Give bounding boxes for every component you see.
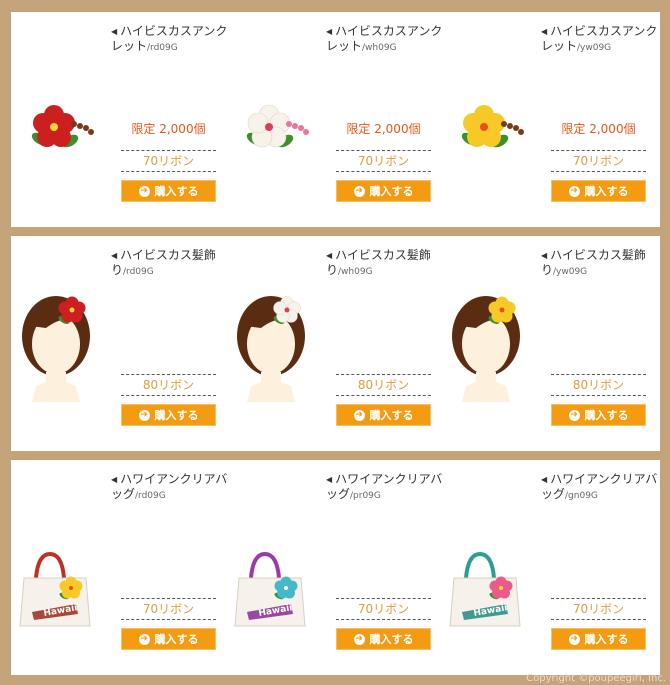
buy-button[interactable]: ➜ 購入する — [121, 404, 216, 426]
price: 70リボン — [336, 150, 431, 172]
limited-quantity: 限定 2,000個 — [561, 122, 636, 136]
price: 70リボン — [121, 150, 216, 172]
arrow-right-icon: ➜ — [138, 633, 150, 645]
product-name[interactable]: ◀ ハイビスカス髪飾り/wh09G — [326, 248, 446, 280]
hibiscus-hair-ornament-image[interactable] — [446, 276, 536, 416]
product-name[interactable]: ◀ ハイビスカスアンクレット/yw09G — [541, 24, 661, 56]
triangle-left-icon: ◀ — [541, 251, 548, 260]
product-name[interactable]: ◀ ハワイアンクリアバッグ/pr09G — [326, 472, 446, 504]
product-name[interactable]: ◀ ハワイアンクリアバッグ/rd09G — [111, 472, 231, 504]
arrow-right-icon: ➜ — [353, 409, 365, 421]
product-name[interactable]: ◀ ハイビスカス髪飾り/rd09G — [111, 248, 231, 280]
hibiscus-anklet-image[interactable] — [16, 52, 106, 192]
arrow-right-icon: ➜ — [568, 633, 580, 645]
price: 80リボン — [336, 374, 431, 396]
product-item: Hawaii ◀ ハワイアンクリアバッグ/rd09G 70リボン ➜ 購入する — [11, 460, 227, 675]
arrow-right-icon: ➜ — [138, 409, 150, 421]
product-panel-hair-ornaments: ◀ ハイビスカス髪飾り/rd09G 80リボン ➜ 購入する ◀ ハイビスカス髪… — [11, 236, 660, 451]
product-name[interactable]: ◀ ハイビスカスアンクレット/rd09G — [111, 24, 231, 56]
product-panel-clear-bags: Hawaii ◀ハワイアンクリアバッグ/rd09G 70リボン ➜購入する — [11, 460, 660, 675]
product-name[interactable]: ◀ ハイビスカス髪飾り/yw09G — [541, 248, 661, 280]
copyright: Copyright ©poupeegirl, Inc. — [526, 673, 666, 684]
triangle-left-icon: ◀ — [326, 251, 333, 260]
triangle-left-icon: ◀ — [111, 27, 118, 36]
product-item: ◀ ハイビスカスアンクレット/yw09G 限定 2,000個 70リボン ➜ 購入す… — [441, 12, 657, 227]
limited-quantity: 限定 2,000個 — [131, 122, 206, 136]
product-name[interactable]: ◀ ハイビスカスアンクレット/wh09G — [326, 24, 446, 56]
triangle-left-icon: ◀ — [326, 27, 333, 36]
product-item: ◀ ハイビスカスアンクレット/wh09G 限定 2,000個 70リボン ➜ 購入す… — [226, 12, 442, 227]
hibiscus-anklet-image[interactable] — [231, 52, 321, 192]
hawaiian-clear-bag-image[interactable]: Hawaii — [231, 500, 321, 640]
buy-button[interactable]: ➜ 購入する — [336, 180, 431, 202]
buy-button[interactable]: ➜ 購入する — [551, 628, 646, 650]
arrow-right-icon: ➜ — [568, 409, 580, 421]
product-item: ◀ ハイビスカス髪飾り/yw09G 80リボン ➜ 購入する — [441, 236, 656, 451]
product-item: ◀ ハイビスカス髪飾り/rd09G 80リボン ➜ 購入する — [11, 236, 226, 451]
buy-button[interactable]: ➜ 購入する — [336, 404, 431, 426]
hibiscus-hair-ornament-image[interactable] — [16, 276, 106, 416]
price: 70リボン — [336, 598, 431, 620]
triangle-left-icon: ◀ — [111, 475, 118, 484]
price: 70リボン — [551, 598, 646, 620]
arrow-right-icon: ➜ — [353, 185, 365, 197]
triangle-left-icon: ◀ — [326, 475, 333, 484]
buy-button[interactable]: ➜ 購入する — [336, 628, 431, 650]
hawaiian-clear-bag-image[interactable]: Hawaii — [16, 500, 106, 640]
product-name[interactable]: ◀ ハワイアンクリアバッグ/gn09G — [541, 472, 661, 504]
product-panel-anklets: ◀ ハイビスカスアンクレット/rd09G 限定 2,000個 70リボン ➜ 購入す… — [11, 12, 660, 227]
hibiscus-anklet-image[interactable] — [446, 52, 536, 192]
product-item: Hawaii ◀ ハワイアンクリアバッグ/pr09G 70リボン ➜ 購入する — [226, 460, 442, 675]
triangle-left-icon: ◀ — [541, 27, 548, 36]
price: 80リボン — [551, 374, 646, 396]
buy-button[interactable]: ➜ 購入する — [551, 180, 646, 202]
triangle-left-icon: ◀ — [111, 251, 118, 260]
buy-button[interactable]: ➜ 購入する — [551, 404, 646, 426]
arrow-right-icon: ➜ — [568, 185, 580, 197]
hibiscus-hair-ornament-image[interactable] — [231, 276, 321, 416]
product-item: ◀ ハイビスカスアンクレット/rd09G 限定 2,000個 70リボン ➜ 購入す… — [11, 12, 227, 227]
buy-button[interactable]: ➜ 購入する — [121, 180, 216, 202]
price: 80リボン — [121, 374, 216, 396]
price: 70リボン — [551, 150, 646, 172]
arrow-right-icon: ➜ — [353, 633, 365, 645]
limited-quantity: 限定 2,000個 — [346, 122, 421, 136]
product-item: Hawaii ◀ ハワイアンクリアバッグ/gn09G 70リボン ➜ 購入する — [441, 460, 657, 675]
arrow-right-icon: ➜ — [138, 185, 150, 197]
hawaiian-clear-bag-image[interactable]: Hawaii — [446, 500, 536, 640]
price: 70リボン — [121, 598, 216, 620]
triangle-left-icon: ◀ — [541, 475, 548, 484]
product-item: ◀ ハイビスカス髪飾り/wh09G 80リボン ➜ 購入する — [226, 236, 441, 451]
buy-button[interactable]: ➜ 購入する — [121, 628, 216, 650]
